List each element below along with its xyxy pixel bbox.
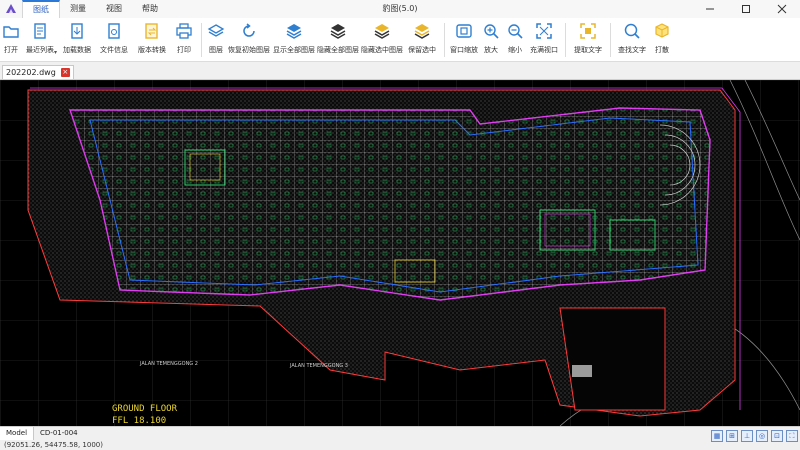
layout-tab-cd[interactable]: CD-01-004 (34, 427, 84, 440)
open-button[interactable]: 打开 (0, 18, 22, 62)
close-window-button[interactable] (764, 0, 800, 18)
file-info-button[interactable]: 文件信息 (95, 18, 133, 62)
search-icon (624, 23, 640, 39)
recent-file-icon (34, 23, 46, 39)
annex-block (559, 307, 666, 411)
close-icon (777, 4, 787, 14)
layers-icon (207, 24, 225, 37)
status-toggles: ▦ ⊞ ⊥ ◎ ⊡ ⛶ (711, 430, 798, 442)
layout-tab-model[interactable]: Model (0, 427, 35, 440)
menu-tabs: 图纸 测量 视图 帮助 (22, 0, 168, 18)
version-convert-icon (145, 23, 158, 39)
road-label-1: JALAN TEMENGGONG 3 (289, 363, 348, 369)
hide-layers-icon (330, 24, 346, 39)
status-bar: (92051.26, 54475.58, 1000) (0, 440, 800, 450)
road-label-2: JALAN TEMENGGONG 2 (139, 361, 198, 367)
zoom-in-icon (484, 24, 499, 39)
show-layers-icon (286, 24, 302, 39)
hit-button[interactable]: 打散 (649, 18, 675, 62)
ribbon-separator (201, 23, 203, 57)
keep-selected-button[interactable]: 保留选中 (404, 18, 440, 62)
window-zoom-button[interactable]: 窗口缩放 (449, 18, 479, 62)
keep-selected-icon (414, 24, 430, 39)
annex-marker (572, 365, 592, 377)
grid-icon[interactable]: ▦ (711, 430, 723, 442)
menu-tab-drawing[interactable]: 图纸 (22, 0, 60, 18)
cad-drawing: JALAN TEMENGGONG 3 JALAN TEMENGGONG 2 GR… (0, 80, 800, 426)
chevron-down-icon[interactable]: ▾ (54, 49, 57, 56)
fill-viewport-icon (536, 23, 552, 39)
minimize-icon (706, 8, 714, 10)
app-logo-icon (6, 4, 16, 13)
find-text-button[interactable]: 查找文字 (615, 18, 649, 62)
menu-tab-help[interactable]: 帮助 (132, 0, 168, 18)
drawing-canvas[interactable]: JALAN TEMENGGONG 3 JALAN TEMENGGONG 2 GR… (0, 80, 800, 426)
window-zoom-icon (456, 24, 472, 38)
maximize-button[interactable] (728, 0, 764, 18)
layers-button[interactable]: 图层 (206, 18, 226, 62)
title-bar: 豹图(5.0) 图纸 测量 视图 帮助 (0, 0, 800, 18)
floor-title: GROUND FLOOR (112, 404, 178, 414)
version-convert-button[interactable]: 版本转换 (133, 18, 171, 62)
extract-text-button[interactable]: 提取文字 (570, 18, 606, 62)
fullscreen-icon[interactable]: ⛶ (786, 430, 798, 442)
polar-icon[interactable]: ◎ (756, 430, 768, 442)
document-tab-bar: 202202.dwg × (0, 62, 800, 80)
file-info-icon (108, 23, 120, 39)
close-tab-icon[interactable]: × (60, 68, 70, 77)
hide-all-layers-button[interactable]: 隐藏全部图层 (316, 18, 360, 62)
load-data-button[interactable]: 加载数据 (59, 18, 95, 62)
print-button[interactable]: 打印 (171, 18, 197, 62)
zoom-in-button[interactable]: 放大 (479, 18, 503, 62)
folder-open-icon (3, 26, 19, 38)
window-controls (692, 0, 800, 18)
zoom-out-icon (508, 24, 523, 39)
restore-icon (243, 23, 255, 37)
zoom-out-button[interactable]: 缩小 (503, 18, 527, 62)
ribbon-separator (565, 23, 567, 57)
document-tab[interactable]: 202202.dwg × (2, 65, 74, 79)
snap-icon[interactable]: ⊞ (726, 430, 738, 442)
ortho-icon[interactable]: ⊥ (741, 430, 753, 442)
floor-level: FFL 18.100 (112, 416, 166, 426)
fill-viewport-button[interactable]: 充满视口 (527, 18, 561, 62)
explode-cube-icon (655, 23, 669, 38)
ribbon-separator (610, 23, 612, 57)
recent-list-button[interactable]: 最近列表 (22, 18, 58, 62)
show-all-layers-button[interactable]: 显示全部图层 (272, 18, 316, 62)
load-data-icon (71, 23, 83, 39)
extract-text-icon (580, 23, 596, 39)
hide-selected-layers-button[interactable]: 隐藏选中图层 (360, 18, 404, 62)
coordinate-readout: (92051.26, 54475.58, 1000) (4, 441, 103, 449)
hide-selected-icon (374, 24, 390, 39)
ribbon-separator (444, 23, 446, 57)
minimize-button[interactable] (692, 0, 728, 18)
app-window: 豹图(5.0) 图纸 测量 视图 帮助 打开 最近列表 ▾ 加载数据 文件信息 … (0, 0, 800, 450)
document-tab-label: 202202.dwg (6, 68, 56, 77)
layout-tab-bar: Model CD-01-004 (0, 426, 800, 440)
printer-icon (176, 23, 192, 39)
osnap-icon[interactable]: ⊡ (771, 430, 783, 442)
restore-layers-button[interactable]: 恢复初始图层 (226, 18, 272, 62)
menu-tab-measure[interactable]: 测量 (60, 0, 96, 18)
menu-tab-view[interactable]: 视图 (96, 0, 132, 18)
ribbon-toolbar: 打开 最近列表 ▾ 加载数据 文件信息 版本转换 打印 图层 恢复初始图层 显示… (0, 18, 800, 62)
maximize-icon (742, 5, 750, 13)
